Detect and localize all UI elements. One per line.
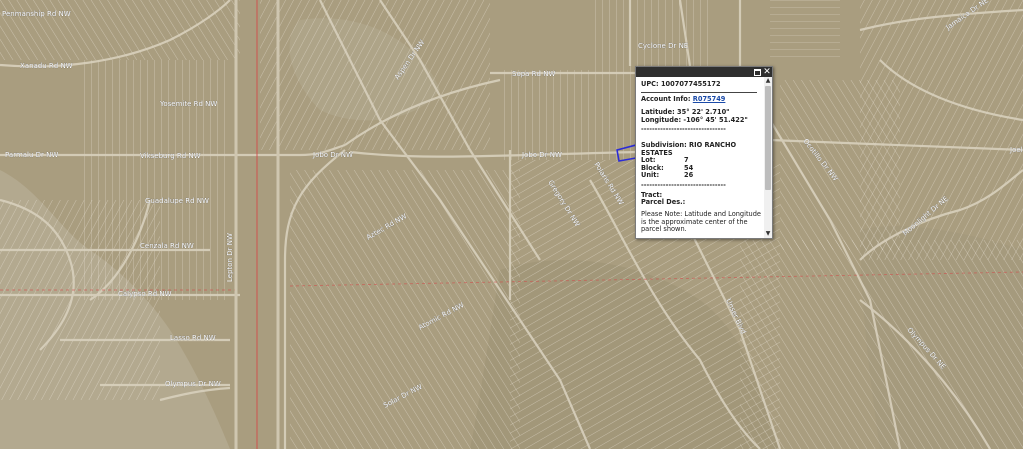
maximize-icon[interactable] xyxy=(753,68,761,76)
popup-content: UPC: 1007077455172 Account Info: R075749… xyxy=(636,77,763,238)
account-link[interactable]: R075749 xyxy=(693,95,726,103)
longitude-line: Longitude: -106° 45' 51.422" xyxy=(641,115,763,125)
lot-field xyxy=(860,0,1023,260)
upc-value: 1007077455172 xyxy=(660,80,721,88)
upc-line: UPC: 1007077455172 xyxy=(641,80,763,89)
road-label: Cenzala Rd NW xyxy=(140,242,194,250)
road-label: Lepton Dr NW xyxy=(226,233,234,282)
road-label: Joel Dr NE xyxy=(1009,146,1023,154)
road-label: Parmalu Dr NW xyxy=(5,151,58,159)
road-label: Xanadu Rd NW xyxy=(20,62,73,70)
unit-value: 26 xyxy=(684,171,694,180)
lot-field xyxy=(740,240,1023,449)
separator: ------------------------------- xyxy=(641,180,726,189)
lot-field xyxy=(500,70,640,160)
road-label: Jobo Dr NW xyxy=(521,151,562,159)
longitude-label: Longitude: xyxy=(641,115,682,124)
lot-field xyxy=(770,0,840,60)
road-label: Lasso Rd NW xyxy=(170,334,216,342)
scroll-down-icon[interactable]: ▼ xyxy=(764,230,772,238)
map-view[interactable]: Penmanship Rd NW Xanadu Rd NW Yosemite R… xyxy=(0,0,1023,449)
road-label: Calypso Rd NW xyxy=(118,290,172,298)
lot-field xyxy=(290,170,520,449)
road-label: Cyclone Dr NE xyxy=(638,42,688,50)
account-label: Account Info: xyxy=(641,94,691,103)
separator: ------------------------------- xyxy=(641,125,726,134)
road-label: Olympus Dr NW xyxy=(165,380,221,388)
lot-field xyxy=(590,0,710,70)
road-label: Jobo Dr NW xyxy=(312,151,353,159)
road-label: Vikseburg Rd NW xyxy=(140,152,201,160)
aerial-parcel-map[interactable]: Penmanship Rd NW Xanadu Rd NW Yosemite R… xyxy=(0,0,1023,449)
lot-field xyxy=(0,0,240,60)
parcel-des-label: Parcel Des.: xyxy=(641,198,686,207)
account-line: Account Info: R075749 xyxy=(641,94,763,104)
coordinate-note: Please Note: Latitude and Longitude is t… xyxy=(641,209,761,234)
longitude-value: -106° 45' 51.422" xyxy=(683,115,748,124)
road-label: Penmanship Rd NW xyxy=(2,10,71,18)
divider xyxy=(641,91,757,93)
road-label: Guadalupe Rd NW xyxy=(145,197,209,205)
road-label: Yosemite Rd NW xyxy=(159,100,217,108)
parcel-info-popup: ✕ UPC: 1007077455172 Account Info: R0757… xyxy=(635,66,773,239)
upc-label: UPC: xyxy=(641,80,659,88)
close-icon[interactable]: ✕ xyxy=(763,67,771,77)
lot-field xyxy=(260,0,490,150)
unit-line: Unit: 26 xyxy=(641,172,763,180)
popup-titlebar[interactable]: ✕ xyxy=(636,67,772,77)
popup-scrollbar[interactable]: ▲ ▼ xyxy=(764,77,772,238)
road-label: Sopa Rd NW xyxy=(512,70,555,78)
scroll-up-icon[interactable]: ▲ xyxy=(764,77,772,85)
unit-label: Unit: xyxy=(641,171,660,180)
scrollbar-thumb[interactable] xyxy=(765,86,771,190)
subdivision-line: Subdivision: RIO RANCHO ESTATES xyxy=(641,141,763,157)
block-line: Block: 54 xyxy=(641,164,763,173)
lot-field xyxy=(0,200,160,400)
